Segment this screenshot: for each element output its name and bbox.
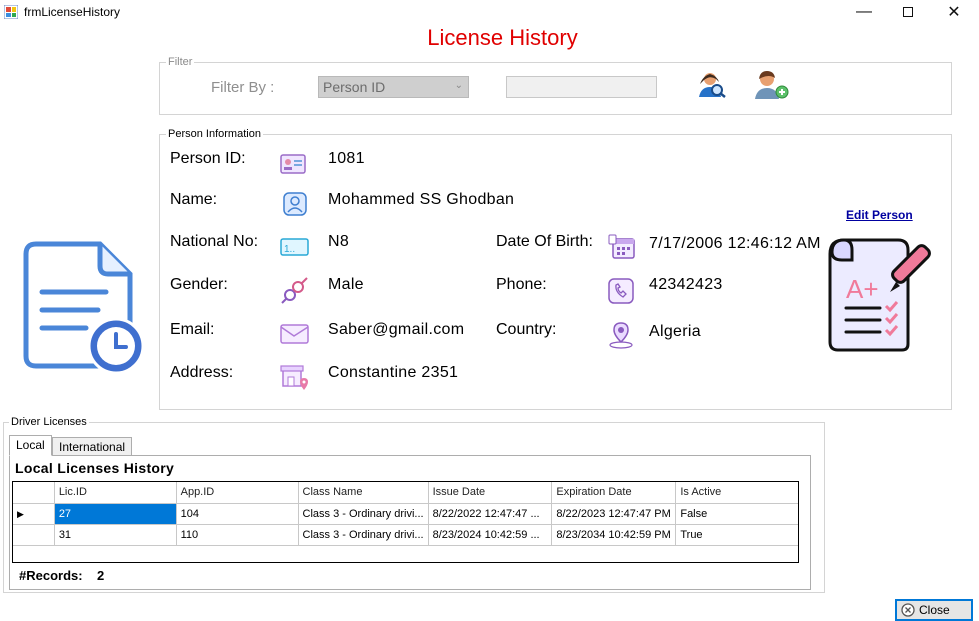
person-badge-icon <box>283 192 307 216</box>
svg-text:1..: 1.. <box>284 244 295 255</box>
person-id-value: 1081 <box>328 150 365 167</box>
filter-by-select[interactable]: Person ID ⌄ <box>318 76 469 98</box>
tab-local[interactable]: Local <box>9 435 52 456</box>
table-cell[interactable]: True <box>675 524 798 546</box>
column-header[interactable]: App.ID <box>176 482 299 504</box>
address-house-icon <box>280 365 308 390</box>
table-row[interactable]: ▶ 27 104 Class 3 - Ordinary drivi... 8/2… <box>13 503 798 525</box>
gender-value: Male <box>328 276 364 293</box>
table-cell[interactable]: 8/22/2022 12:47:47 ... <box>428 503 553 525</box>
filter-by-label: Filter By : <box>211 79 275 96</box>
minimize-icon: — <box>856 3 872 20</box>
gender-icon <box>281 277 308 304</box>
column-header[interactable]: Issue Date <box>428 482 553 504</box>
address-value: Constantine 2351 <box>328 364 459 381</box>
table-cell[interactable]: Class 3 - Ordinary drivi... <box>298 503 429 525</box>
close-button-label: Close <box>919 603 950 617</box>
table-cell[interactable]: 8/23/2024 10:42:59 ... <box>428 524 553 546</box>
find-person-icon[interactable] <box>697 70 727 98</box>
page-title: License History <box>427 25 578 50</box>
close-button[interactable]: Close <box>895 599 973 621</box>
location-pin-icon <box>609 322 633 349</box>
phone-label: Phone: <box>496 276 547 293</box>
records-count: 2 <box>97 568 105 583</box>
phone-icon <box>608 278 634 304</box>
filter-value-input[interactable] <box>506 76 657 98</box>
tab-international-label: International <box>59 440 126 454</box>
driver-licenses-legend: Driver Licenses <box>9 416 89 428</box>
column-header[interactable]: Lic.ID <box>54 482 177 504</box>
edit-document-icon: A+ <box>828 238 931 352</box>
add-person-icon[interactable] <box>753 69 793 101</box>
filter-legend: Filter <box>166 56 195 68</box>
local-licenses-title: Local Licenses History <box>15 460 175 476</box>
row-selector[interactable] <box>13 524 55 546</box>
license-history-icon <box>23 241 145 375</box>
table-cell[interactable]: 27 <box>54 503 177 525</box>
row-header-corner <box>13 482 55 504</box>
national-no-value: N8 <box>328 233 350 250</box>
tab-local-label: Local <box>16 438 45 452</box>
id-card-icon <box>280 154 306 174</box>
table-row[interactable]: 31 110 Class 3 - Ordinary drivi... 8/23/… <box>13 524 798 546</box>
person-id-label: Person ID: <box>170 150 246 167</box>
column-header[interactable]: Is Active <box>675 482 798 504</box>
table-cell[interactable]: 110 <box>176 524 299 546</box>
maximize-button[interactable] <box>886 2 930 22</box>
current-row-arrow-icon: ▶ <box>17 508 24 519</box>
email-icon <box>280 324 309 344</box>
close-window-button[interactable]: ✕ <box>932 2 976 22</box>
records-label: #Records: <box>19 568 83 583</box>
svg-text:A+: A+ <box>846 274 879 304</box>
app-icon <box>4 5 18 19</box>
email-label: Email: <box>170 321 215 338</box>
table-cell[interactable]: 8/22/2023 12:47:47 PM <box>551 503 677 525</box>
person-info-legend: Person Information <box>166 128 263 140</box>
column-header[interactable]: Expiration Date <box>551 482 677 504</box>
name-value: Mohammed SS Ghodban <box>328 191 515 208</box>
national-no-label: National No: <box>170 233 259 250</box>
column-header[interactable]: Class Name <box>298 482 429 504</box>
dob-label: Date Of Birth: <box>496 233 593 250</box>
close-circle-icon <box>901 603 915 617</box>
dob-value: 7/17/2006 12:46:12 AM <box>649 235 821 252</box>
table-cell[interactable]: 104 <box>176 503 299 525</box>
table-cell[interactable]: 8/23/2034 10:42:59 PM <box>551 524 677 546</box>
country-label: Country: <box>496 321 557 338</box>
national-id-icon: 1.. <box>280 238 309 256</box>
email-value: Saber@gmail.com <box>328 321 465 338</box>
calendar-icon <box>608 234 635 259</box>
maximize-icon <box>903 7 913 17</box>
address-label: Address: <box>170 364 234 381</box>
minimize-button[interactable]: — <box>842 2 886 22</box>
window-title: frmLicenseHistory <box>24 5 121 19</box>
row-selector[interactable]: ▶ <box>13 503 55 525</box>
filter-by-value: Person ID <box>323 79 386 95</box>
table-header-row: Lic.ID App.ID Class Name Issue Date Expi… <box>13 482 798 504</box>
table-cell[interactable]: 31 <box>54 524 177 546</box>
title-bar: frmLicenseHistory — ✕ <box>0 0 979 24</box>
licenses-table[interactable]: Lic.ID App.ID Class Name Issue Date Expi… <box>12 481 799 563</box>
gender-label: Gender: <box>170 276 228 293</box>
close-icon: ✕ <box>947 4 961 21</box>
phone-value: 42342423 <box>649 276 723 293</box>
country-value: Algeria <box>649 323 701 340</box>
table-cell[interactable]: Class 3 - Ordinary drivi... <box>298 524 429 546</box>
tab-international[interactable]: International <box>52 437 133 456</box>
chevron-down-icon: ⌄ <box>454 80 463 91</box>
table-cell[interactable]: False <box>675 503 798 525</box>
name-label: Name: <box>170 191 218 208</box>
edit-person-link[interactable]: Edit Person <box>846 208 913 222</box>
